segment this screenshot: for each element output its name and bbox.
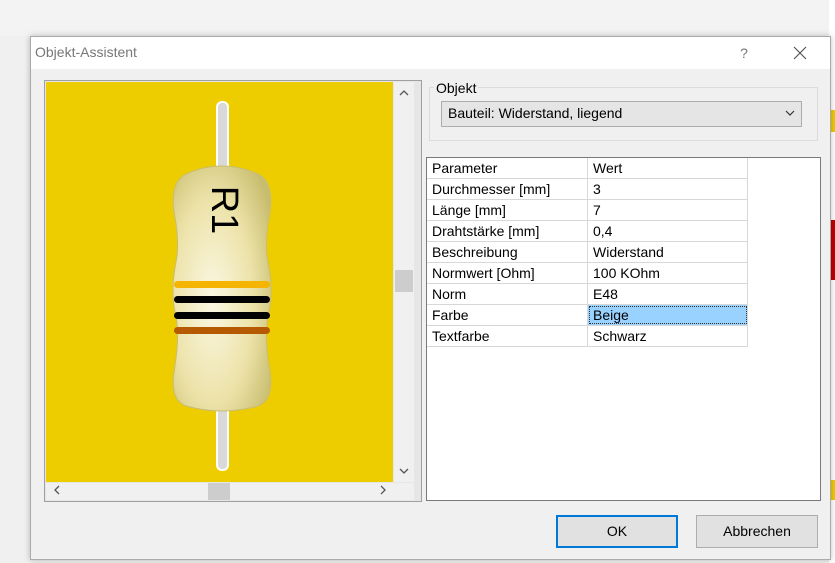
column-header-parameter: Parameter [427, 158, 588, 178]
chevron-up-icon[interactable] [394, 84, 414, 102]
grid-header-row: Parameter Wert [427, 158, 748, 179]
value-cell[interactable]: 7 [588, 200, 748, 220]
lead-top [216, 101, 229, 173]
object-group-label: Objekt [434, 80, 479, 96]
table-row[interactable]: Länge [mm] 7 [427, 200, 748, 221]
column-header-value: Wert [588, 158, 748, 178]
chevron-left-icon[interactable] [48, 483, 66, 500]
resistor-label: R1 [203, 186, 245, 235]
close-icon [793, 46, 807, 60]
background-app [0, 0, 835, 36]
vertical-scrollbar[interactable] [394, 82, 414, 482]
object-type-value: Bauteil: Widerstand, liegend [448, 105, 623, 121]
horizontal-scroll-thumb[interactable] [208, 483, 230, 500]
parameter-cell[interactable]: Länge [mm] [427, 200, 588, 220]
parameter-cell[interactable]: Durchmesser [mm] [427, 179, 588, 199]
chevron-down-icon[interactable] [394, 462, 414, 480]
chevron-right-icon[interactable] [374, 483, 392, 500]
help-button[interactable]: ? [731, 37, 757, 69]
table-row[interactable]: Durchmesser [mm] 3 [427, 179, 748, 200]
resistor-drawing: R1 [172, 101, 272, 471]
color-band-3 [174, 312, 270, 319]
table-row[interactable]: Drahtstärke [mm] 0,4 [427, 221, 748, 242]
value-cell[interactable]: 3 [588, 179, 748, 199]
object-assistant-dialog: Objekt-Assistent ? R1 Objekt Bauteil: Wi… [30, 36, 831, 560]
table-row[interactable]: Textfarbe Schwarz [427, 326, 748, 347]
table-row[interactable]: Farbe Beige [427, 305, 748, 326]
cancel-button[interactable]: Abbrechen [696, 515, 818, 548]
title-bar: Objekt-Assistent ? [31, 37, 830, 69]
ok-button[interactable]: OK [556, 515, 678, 548]
parameter-cell[interactable]: Norm [427, 284, 588, 304]
vertical-scroll-thumb[interactable] [395, 270, 413, 292]
close-button[interactable] [787, 37, 813, 69]
parameter-cell[interactable]: Normwert [Ohm] [427, 263, 588, 283]
object-type-select[interactable]: Bauteil: Widerstand, liegend [441, 101, 802, 127]
color-band-2 [174, 296, 270, 303]
parameter-cell[interactable]: Drahtstärke [mm] [427, 221, 588, 241]
parameter-cell[interactable]: Beschreibung [427, 242, 588, 262]
value-cell[interactable]: Widerstand [588, 242, 748, 262]
color-band-4 [174, 327, 270, 334]
parameter-cell[interactable]: Textfarbe [427, 326, 588, 346]
resistor-preview: R1 [46, 82, 393, 482]
horizontal-scrollbar[interactable] [46, 483, 394, 500]
dialog-title: Objekt-Assistent [35, 44, 137, 60]
value-cell[interactable]: E48 [588, 284, 748, 304]
parameter-grid: Parameter Wert Durchmesser [mm] 3 Länge [m… [426, 157, 821, 501]
color-band-1 [174, 281, 270, 288]
chevron-down-icon [785, 110, 795, 116]
parameter-cell[interactable]: Farbe [427, 305, 588, 325]
table-row[interactable]: Norm E48 [427, 284, 748, 305]
scroll-corner [394, 483, 414, 500]
table-row[interactable]: Normwert [Ohm] 100 KOhm [427, 263, 748, 284]
value-cell[interactable]: Beige [588, 305, 748, 325]
table-row[interactable]: Beschreibung Widerstand [427, 242, 748, 263]
value-cell[interactable]: Schwarz [588, 326, 748, 346]
value-cell[interactable]: 0,4 [588, 221, 748, 241]
value-cell[interactable]: 100 KOhm [588, 263, 748, 283]
preview-pane: R1 [44, 80, 422, 502]
